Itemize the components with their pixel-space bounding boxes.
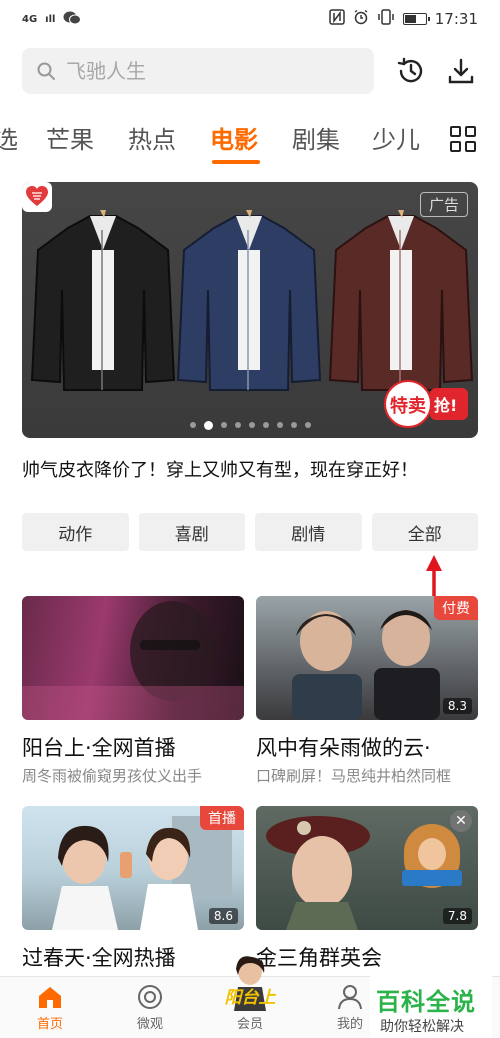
vip-promo-avatar[interactable]: 阳台上 <box>225 955 276 1011</box>
grab-text: 抢! <box>434 396 458 415</box>
genre-all-button[interactable]: 全部 <box>371 513 478 551</box>
tab-kids[interactable]: 少儿 <box>372 120 420 155</box>
pagination-dot <box>220 422 227 428</box>
wechat-icon <box>63 11 82 28</box>
network-indicator: 4G <box>22 13 38 25</box>
sale-badge: 特卖 抢! <box>384 380 472 428</box>
pagination-dot <box>189 422 196 428</box>
nav-vip-label: 会员 <box>236 1017 263 1032</box>
close-icon[interactable]: ✕ <box>450 810 472 832</box>
download-icon[interactable] <box>444 54 478 88</box>
category-tabs: 选 芒果 热点 电影 剧集 少儿 <box>0 112 500 168</box>
watermark-logo: 百科全说 助你轻松解决 <box>370 976 492 1038</box>
sale-text: 特卖 <box>390 396 426 417</box>
tab-mango[interactable]: 芒果 <box>46 120 94 155</box>
video-card[interactable]: 阳台上·全网首播 周冬雨被偷窥男孩仗义出手 <box>22 596 244 786</box>
video-card[interactable]: 付费 8.3 风中有朵雨做的云· 口碑刷屏！马思纯井柏然同框 <box>256 596 478 786</box>
tab-movies[interactable]: 电影 <box>210 120 258 155</box>
nav-home-label: 首页 <box>36 1017 63 1032</box>
genre-drama-button[interactable]: 剧情 <box>255 513 362 551</box>
watermark-subtitle: 助你轻松解决 <box>380 1019 464 1035</box>
jacket-image-brown <box>328 210 474 391</box>
history-icon[interactable] <box>394 54 428 88</box>
alarm-icon <box>353 9 369 29</box>
video-description: 周冬雨被偷窥男孩仗义出手 <box>22 767 203 785</box>
pagination-dot <box>276 422 283 428</box>
video-title: 风中有朵雨做的云· <box>256 736 431 760</box>
jacket-image-black <box>30 210 176 391</box>
battery-icon <box>402 13 430 25</box>
bottom-nav: 首页 微观 会员 阳台上 我的 百科全说 助你轻松解决 <box>0 956 500 1038</box>
genre-comedy-button[interactable]: 喜剧 <box>138 513 245 551</box>
rating-badge: 8.6 <box>208 908 238 924</box>
nav-micro-label: 微观 <box>136 1017 163 1032</box>
video-description: 口碑刷屏！马思纯井柏然同框 <box>256 767 452 785</box>
watermark-title: 百科全说 <box>376 988 476 1016</box>
pagination-dot <box>234 422 241 428</box>
nav-micro[interactable]: 微观 <box>120 983 180 1032</box>
paid-tag: 付费 <box>434 596 478 620</box>
video-thumbnail[interactable] <box>22 596 244 720</box>
genre-filter-row: 动作 喜剧 剧情 全部 <box>22 513 478 551</box>
vibrate-icon <box>377 9 395 29</box>
grid-menu-icon[interactable] <box>450 126 476 152</box>
banner-pagination <box>22 421 478 430</box>
pagination-dot <box>304 422 311 428</box>
tab-series[interactable]: 剧集 <box>292 120 340 155</box>
vip-logo-text: 阳台上 <box>224 988 276 1008</box>
search-input[interactable] <box>66 59 346 83</box>
signal-indicator: ıll <box>45 13 56 25</box>
nav-home[interactable]: 首页 <box>20 983 80 1032</box>
clock: 17:31 <box>434 10 478 28</box>
video-thumbnail[interactable]: ✕ 7.8 <box>256 806 478 930</box>
ad-banner[interactable]: 广告 特卖 抢! <box>22 182 478 438</box>
video-thumbnail[interactable]: 首播 8.6 <box>22 806 244 930</box>
video-thumbnail[interactable]: 付费 8.3 <box>256 596 478 720</box>
search-row <box>22 48 478 94</box>
pagination-dot <box>248 422 255 428</box>
premiere-tag: 首播 <box>200 806 244 830</box>
status-bar: 4G ıll 17:31 <box>0 0 500 38</box>
video-title: 阳台上·全网首播 <box>22 736 176 760</box>
profile-icon <box>338 985 362 1010</box>
search-bar[interactable] <box>22 48 374 94</box>
rating-badge: 7.8 <box>442 908 472 924</box>
rating-badge: 8.3 <box>442 698 472 714</box>
search-icon <box>37 62 55 80</box>
nav-mine-label: 我的 <box>336 1017 363 1032</box>
tab-featured[interactable]: 选 <box>0 120 18 155</box>
nfc-icon <box>329 9 345 29</box>
video-title: 金三角群英会 <box>256 946 382 970</box>
video-card[interactable]: 首播 8.6 过春天·全网热播 <box>22 806 244 972</box>
genre-action-button[interactable]: 动作 <box>22 513 129 551</box>
home-icon <box>39 987 61 1008</box>
micro-video-icon <box>138 985 162 1009</box>
pagination-dot <box>290 422 297 428</box>
active-tab-indicator <box>212 160 260 164</box>
ad-badge: 广告 <box>419 192 468 217</box>
video-card[interactable]: ✕ 7.8 金三角群英会 <box>256 806 478 972</box>
pagination-dot <box>203 421 213 430</box>
video-title: 过春天·全网热播 <box>22 946 176 970</box>
brand-logo-icon <box>22 182 52 212</box>
jacket-image-blue <box>176 210 322 391</box>
tab-hot[interactable]: 热点 <box>128 120 176 155</box>
banner-caption[interactable]: 帅气皮衣降价了！穿上又帅又有型，现在穿正好！ <box>22 456 418 482</box>
pagination-dot <box>262 422 269 428</box>
